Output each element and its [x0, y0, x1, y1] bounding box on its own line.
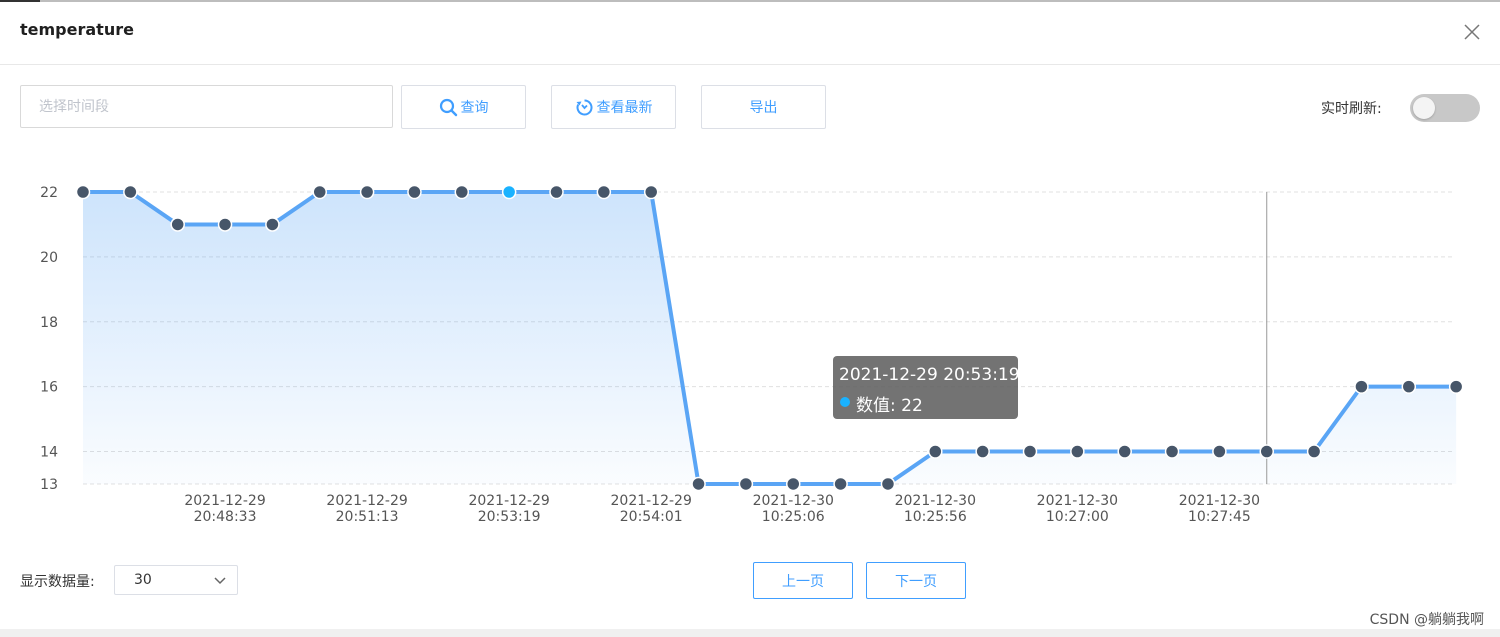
x-tick-date: 2021-12-30 [1179, 493, 1260, 509]
x-tick-date: 2021-12-29 [326, 493, 407, 509]
x-tick-time: 20:51:13 [336, 509, 399, 525]
tooltip-series-dot [840, 397, 850, 407]
tooltip-time: 2021-12-29 20:53:19 [839, 365, 1020, 385]
query-button-label: 查询 [460, 100, 489, 116]
y-tick-label: 13 [40, 477, 58, 493]
x-tick-time: 10:25:56 [904, 509, 967, 525]
data-point [1401, 379, 1417, 394]
tooltip-value: 数值: 22 [856, 396, 923, 416]
data-point [359, 184, 375, 200]
x-tick-time: 20:48:33 [194, 509, 257, 525]
data-point [454, 184, 470, 200]
y-tick-label: 22 [40, 185, 58, 201]
data-point [691, 476, 706, 492]
data-point [1022, 444, 1038, 459]
data-point [1117, 444, 1132, 459]
data-point [1259, 444, 1274, 459]
x-tick-time: 10:27:45 [1188, 509, 1251, 525]
export-button-label: 导出 [749, 100, 778, 116]
data-point [265, 217, 280, 232]
watermark: CSDN @躺躺我啊 [1369, 612, 1484, 628]
x-tick-date: 2021-12-29 [184, 493, 265, 509]
data-point [880, 476, 896, 492]
view-latest-button[interactable]: 查看最新 [551, 85, 676, 129]
x-tick-date: 2021-12-30 [895, 493, 976, 509]
x-tick-time: 10:25:06 [762, 509, 825, 525]
x-tick-date: 2021-12-30 [753, 493, 834, 509]
y-tick-label: 18 [40, 315, 58, 331]
data-point [1070, 444, 1085, 459]
next-page-label: 下一页 [895, 573, 937, 590]
data-count-value: 30 [134, 572, 152, 588]
export-button[interactable]: 导出 [701, 85, 826, 129]
refresh-icon [576, 98, 593, 115]
data-point [217, 217, 233, 232]
data-point [501, 184, 517, 200]
data-point [786, 476, 801, 492]
x-tick-time: 20:53:19 [478, 509, 541, 525]
dialog-header: temperature [0, 2, 1500, 65]
data-point [1164, 444, 1180, 459]
y-tick-label: 20 [40, 250, 58, 266]
x-tick-time: 10:27:00 [1046, 509, 1109, 525]
time-range-input[interactable] [20, 85, 393, 128]
next-page-button[interactable]: 下一页 [866, 562, 966, 599]
bottom-strip [0, 629, 1500, 637]
y-tick-label: 16 [40, 380, 58, 396]
data-point [1354, 379, 1369, 394]
view-latest-button-label: 查看最新 [596, 100, 653, 116]
data-point [123, 184, 138, 200]
data-point [75, 184, 91, 200]
data-point [975, 444, 990, 459]
chevron-down-icon [214, 577, 226, 585]
dialog-title: temperature [20, 20, 134, 39]
data-point [1306, 444, 1322, 459]
data-point [643, 184, 659, 200]
realtime-toggle-knob [1413, 97, 1435, 119]
x-tick-date: 2021-12-29 [468, 493, 549, 509]
data-point [170, 217, 185, 232]
data-point [738, 476, 754, 492]
x-tick-date: 2021-12-30 [1037, 493, 1118, 509]
data-point [833, 476, 848, 492]
realtime-label: 实时刷新: [1321, 101, 1382, 117]
realtime-toggle[interactable] [1410, 94, 1480, 122]
data-count-select[interactable]: 30 [114, 565, 238, 595]
data-point [928, 444, 943, 459]
chart-tooltip: 2021-12-29 20:53:19 数值: 22 [833, 356, 1020, 419]
x-tick-time: 20:54:01 [620, 509, 683, 525]
data-point [549, 184, 564, 200]
data-point [407, 184, 422, 200]
data-point [596, 184, 612, 200]
prev-page-button[interactable]: 上一页 [753, 562, 853, 599]
area-fill [83, 192, 1457, 484]
query-button[interactable]: 查询 [401, 85, 526, 129]
temperature-chart: 131416182022 2021-12-2920:48:332021-12-2… [40, 184, 1464, 525]
data-point [1448, 379, 1464, 394]
y-tick-label: 14 [40, 445, 58, 461]
search-icon [439, 98, 457, 116]
data-point [312, 184, 327, 200]
data-count-label: 显示数据量: [20, 574, 95, 590]
x-tick-date: 2021-12-29 [611, 493, 692, 509]
data-point [1212, 444, 1227, 459]
close-icon[interactable] [1462, 22, 1482, 42]
prev-page-label: 上一页 [782, 573, 824, 590]
